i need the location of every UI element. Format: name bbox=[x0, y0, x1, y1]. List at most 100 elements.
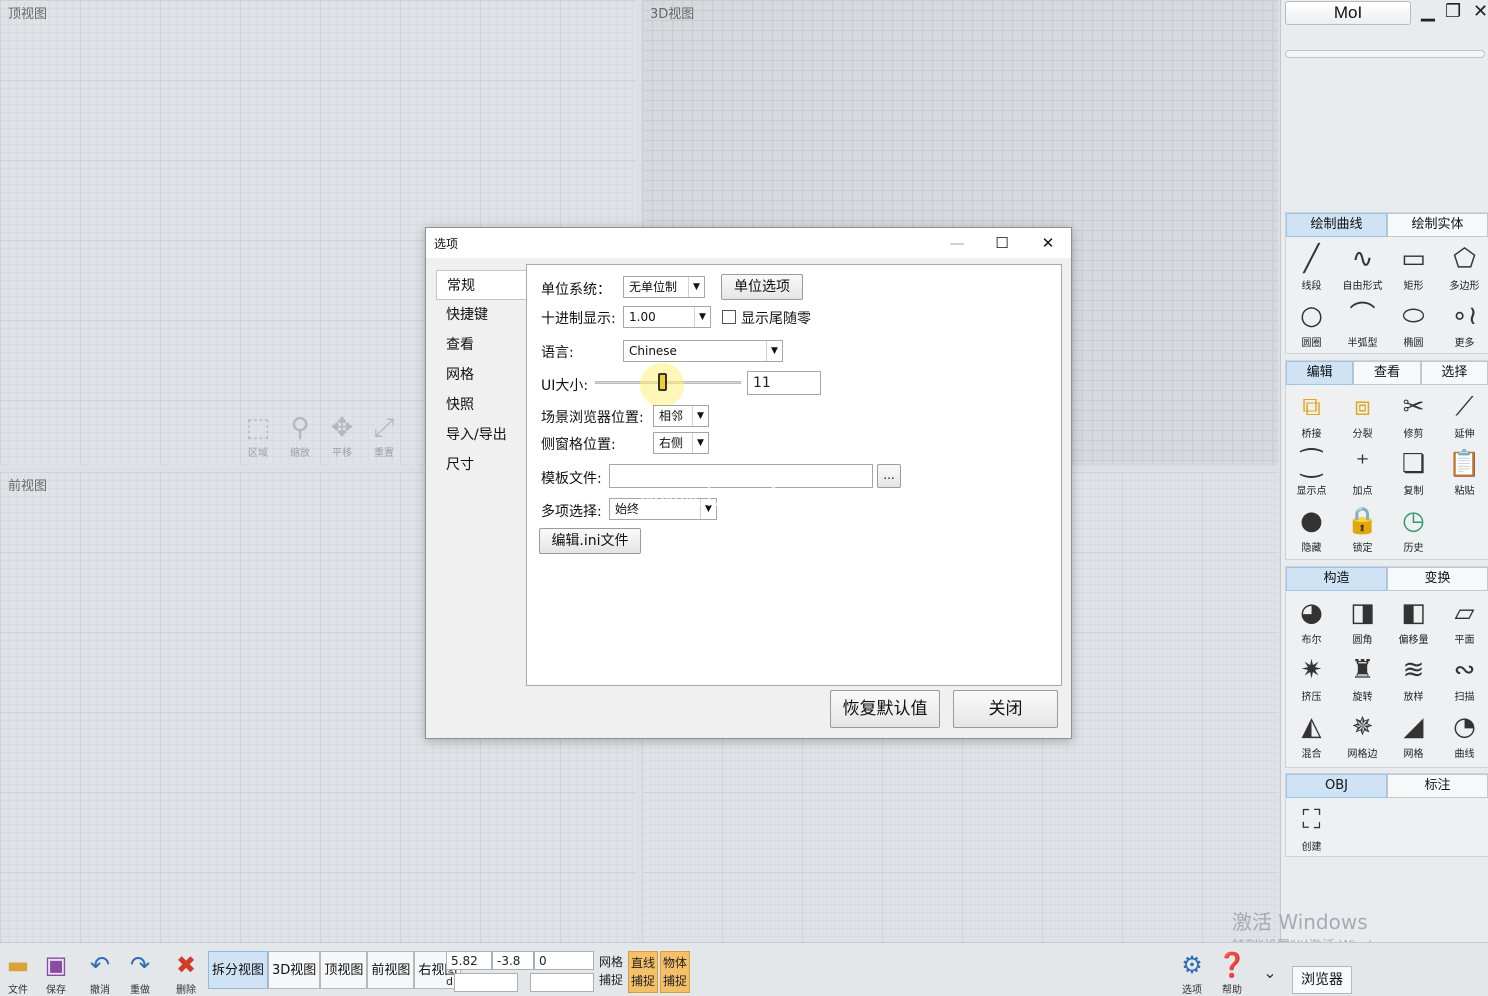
more-curves-tool[interactable]: ∘≀ 更多 bbox=[1439, 298, 1488, 355]
create-tool[interactable]: ⛶ 创建 bbox=[1286, 802, 1337, 859]
undo-button[interactable]: ↶ 撤消 bbox=[82, 949, 118, 996]
paste-tool[interactable]: 📋 粘贴 bbox=[1439, 446, 1488, 503]
curve-tool[interactable]: ◔ 曲线 bbox=[1439, 709, 1488, 766]
minimize-icon[interactable]: — bbox=[942, 230, 972, 256]
ui-size-field[interactable]: 11 bbox=[747, 371, 821, 395]
trim-tool[interactable]: ✂ 修剪 bbox=[1388, 389, 1439, 446]
freeform-tool[interactable]: ∿ 自由形式 bbox=[1337, 241, 1388, 298]
scene-browser-position-select[interactable]: 相邻 ▼ bbox=[653, 405, 709, 427]
grid-snap-toggle[interactable]: 网格捕捉 bbox=[596, 951, 626, 993]
plane-tool[interactable]: ▱ 平面 bbox=[1439, 595, 1488, 652]
trailing-zero-checkbox[interactable] bbox=[722, 310, 736, 324]
restore-icon[interactable]: ❐ bbox=[1445, 0, 1461, 24]
nav-general[interactable]: 常规 bbox=[436, 270, 528, 300]
unit-system-select[interactable]: 无单位制 ▼ bbox=[623, 276, 705, 298]
redo-button[interactable]: ↷ 重做 bbox=[122, 949, 158, 996]
zoom-tool[interactable]: ⚲ 缩放 bbox=[282, 412, 318, 459]
add-point-tool[interactable]: ⁺ 加点 bbox=[1337, 446, 1388, 503]
file-button[interactable]: ▬ 文件 bbox=[0, 949, 36, 996]
language-select[interactable]: Chinese ▼ bbox=[623, 340, 783, 362]
front-view-button[interactable]: 前视图 bbox=[367, 951, 415, 989]
extend-tool[interactable]: ⟋ 延伸 bbox=[1439, 389, 1488, 446]
top-view-button[interactable]: 顶视图 bbox=[320, 951, 368, 989]
unit-options-button[interactable]: 单位选项 bbox=[721, 274, 803, 300]
save-button[interactable]: ▣ 保存 bbox=[38, 949, 74, 996]
tab-draw-solid[interactable]: 绘制实体 bbox=[1387, 213, 1488, 237]
3d-view-button[interactable]: 3D视图 bbox=[268, 951, 321, 989]
extrude-icon: ✷ bbox=[1300, 655, 1323, 685]
tab-edit[interactable]: 编辑 bbox=[1286, 361, 1354, 385]
coord-z[interactable]: 0 bbox=[534, 951, 594, 970]
delete-button[interactable]: ✖ 删除 bbox=[168, 949, 204, 996]
decimal-display-select[interactable]: 1.00 ▼ bbox=[623, 306, 711, 328]
zoom-icon: ⚲ bbox=[290, 413, 310, 443]
restore-defaults-button[interactable]: 恢复默认值 bbox=[830, 690, 940, 728]
app-name[interactable]: MoI bbox=[1285, 1, 1411, 25]
arc-tool[interactable]: ⌒ 半弧型 bbox=[1337, 298, 1388, 355]
help-button[interactable]: ❓ 帮助 bbox=[1214, 949, 1250, 996]
revolve-tool[interactable]: ♜ 旋转 bbox=[1337, 652, 1388, 709]
close-icon[interactable]: ✕ bbox=[1033, 230, 1063, 256]
separate-tool[interactable]: ⧈ 分裂 bbox=[1337, 389, 1388, 446]
options-button[interactable]: ⚙ 选项 bbox=[1174, 949, 1210, 996]
maximize-icon[interactable]: ☐ bbox=[987, 230, 1017, 256]
mesh-tool[interactable]: ◢ 网格 bbox=[1388, 709, 1439, 766]
tab-draw-curve[interactable]: 绘制曲线 bbox=[1286, 213, 1387, 237]
nav-snap[interactable]: 快照 bbox=[436, 390, 528, 420]
split-view-button[interactable]: 拆分视图 bbox=[208, 951, 269, 989]
angle-field[interactable] bbox=[530, 973, 594, 992]
coord-x[interactable]: 5.82 bbox=[446, 951, 492, 970]
line-snap-toggle[interactable]: 直线捕捉 bbox=[628, 951, 658, 993]
sweep-tool[interactable]: ∾ 扫描 bbox=[1439, 652, 1488, 709]
edit-ini-button[interactable]: 编辑.ini文件 bbox=[539, 528, 641, 554]
boolean-tool[interactable]: ◕ 布尔 bbox=[1286, 595, 1337, 652]
ellipse-tool[interactable]: ⬭ 椭圆 bbox=[1388, 298, 1439, 355]
hide-tool[interactable]: ● 隐藏 bbox=[1286, 503, 1337, 560]
rectangle-tool[interactable]: ▭ 矩形 bbox=[1388, 241, 1439, 298]
close-icon[interactable]: ✕ bbox=[1473, 0, 1488, 24]
line-tool[interactable]: ╱ 线段 bbox=[1286, 241, 1337, 298]
history-tool[interactable]: ◷ 历史 bbox=[1388, 503, 1439, 560]
extrude-tool[interactable]: ✷ 挤压 bbox=[1286, 652, 1337, 709]
polygon-tool[interactable]: ⬠ 多边形 bbox=[1439, 241, 1488, 298]
offset-tool[interactable]: ◧ 偏移量 bbox=[1388, 595, 1439, 652]
expand-button[interactable]: ⌄ bbox=[1252, 957, 1288, 989]
tab-construct[interactable]: 构造 bbox=[1286, 567, 1387, 591]
coord-y[interactable]: -3.8 bbox=[492, 951, 534, 970]
copy-tool[interactable]: ❏ 复制 bbox=[1388, 446, 1439, 503]
tab-transform[interactable]: 变换 bbox=[1387, 567, 1488, 591]
pan-tool[interactable]: ✥ 平移 bbox=[324, 412, 360, 459]
loft-tool[interactable]: ≋ 放样 bbox=[1388, 652, 1439, 709]
tab-annotate[interactable]: 标注 bbox=[1387, 774, 1488, 798]
tab-select[interactable]: 选择 bbox=[1420, 361, 1488, 385]
nav-import-export[interactable]: 导入/导出 bbox=[436, 420, 528, 450]
reset-view-tool[interactable]: ⤢ 重置 bbox=[366, 412, 402, 459]
lock-tool[interactable]: 🔒 锁定 bbox=[1337, 503, 1388, 560]
tab-view[interactable]: 查看 bbox=[1353, 361, 1421, 385]
bottom-toolbar: ▬ 文件 ▣ 保存 ↶ 撤消 ↷ 重做 ✖ 删除 拆分视图 3D视图 顶视图 前视图 右视… bbox=[0, 942, 1488, 996]
close-button[interactable]: 关闭 bbox=[953, 690, 1058, 728]
minimize-icon[interactable]: ▁ bbox=[1421, 0, 1435, 24]
zoom-window-tool[interactable]: ⬚ 区域 bbox=[240, 412, 276, 459]
distance-field[interactable] bbox=[454, 973, 518, 992]
circle-tool[interactable]: ○ 圆圈 bbox=[1286, 298, 1337, 355]
network-tool[interactable]: ✵ 网格边 bbox=[1337, 709, 1388, 766]
nav-shortcuts[interactable]: 快捷键 bbox=[436, 300, 528, 330]
nav-view[interactable]: 查看 bbox=[436, 330, 528, 360]
panel-scrollbar[interactable] bbox=[1285, 50, 1485, 58]
object-snap-toggle[interactable]: 物体捕捉 bbox=[660, 951, 690, 993]
browse-button[interactable]: ... bbox=[877, 464, 901, 488]
tool-label: 扫描 bbox=[1454, 692, 1475, 703]
join-tool[interactable]: ⧉ 桥接 bbox=[1286, 389, 1337, 446]
tab-obj[interactable]: OBJ bbox=[1286, 774, 1387, 798]
blend-tool[interactable]: ◭ 混合 bbox=[1286, 709, 1337, 766]
ui-size-slider-thumb[interactable] bbox=[658, 373, 667, 391]
nav-grid[interactable]: 网格 bbox=[436, 360, 528, 390]
show-points-tool[interactable]: ⁐ 显示点 bbox=[1286, 446, 1337, 503]
browser-button[interactable]: 浏览器 bbox=[1292, 966, 1352, 994]
side-pane-position-select[interactable]: 右侧 ▼ bbox=[653, 432, 709, 454]
fillet-tool[interactable]: ◨ 圆角 bbox=[1337, 595, 1388, 652]
nav-dimensions[interactable]: 尺寸 bbox=[436, 450, 528, 480]
chevron-down-icon: ▼ bbox=[692, 406, 708, 426]
polygon-icon: ⬠ bbox=[1453, 244, 1476, 274]
